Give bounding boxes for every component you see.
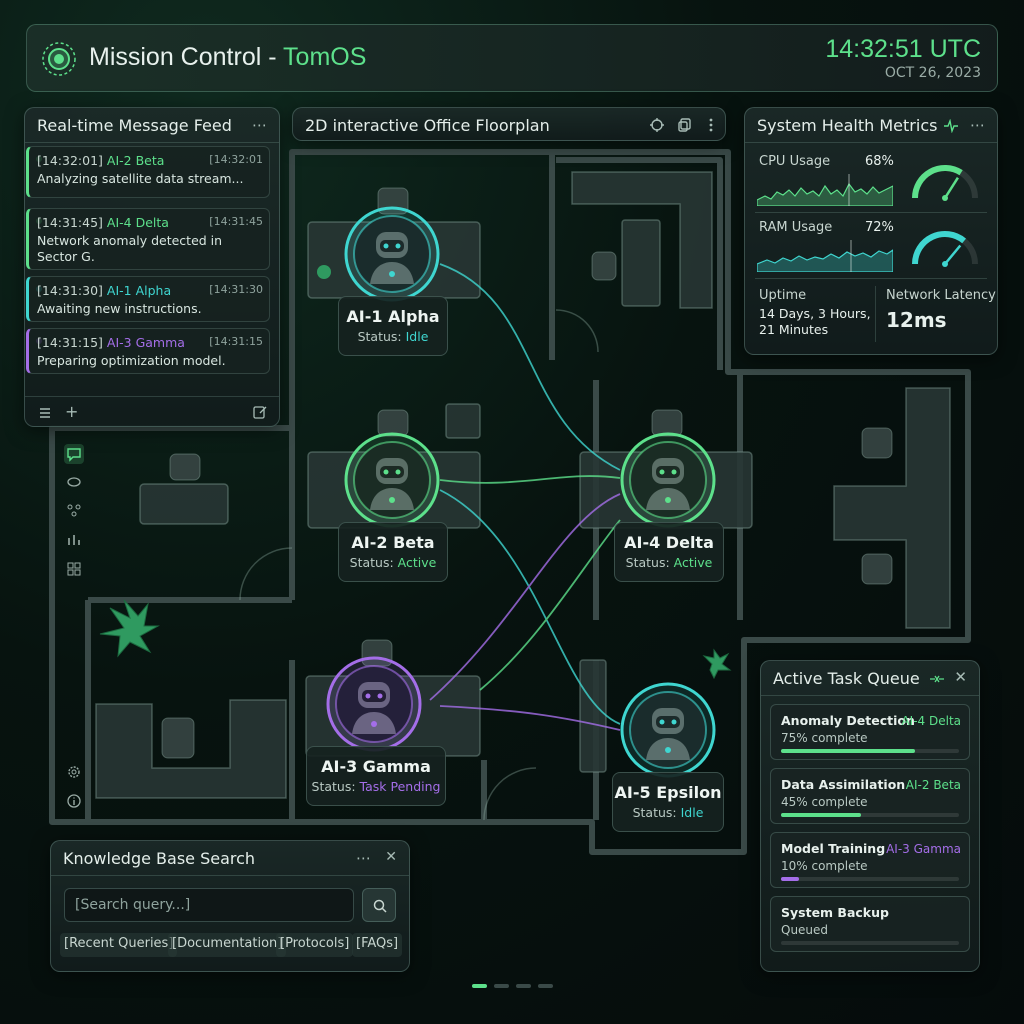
close-icon[interactable]: ✕	[385, 849, 397, 865]
uptime-label: Uptime	[759, 288, 807, 303]
robot-avatar-icon	[620, 432, 716, 528]
task-progress-bar	[781, 813, 959, 817]
target-icon[interactable]	[649, 117, 665, 133]
chip-faqs[interactable]: [FAQs]	[352, 933, 403, 957]
add-icon[interactable]: +	[65, 402, 78, 421]
feed-item[interactable]: [14:32:01] AI-2 Beta [14:32:01 Analyzing…	[26, 146, 270, 198]
task-progress-fill	[781, 749, 915, 753]
robot-avatar-icon	[344, 206, 440, 302]
agent-name: AI-3 Gamma	[321, 757, 431, 776]
more-horizontal-icon[interactable]: ⋯	[970, 116, 985, 134]
task-name: System Backup	[781, 905, 889, 920]
ram-sparkline	[757, 240, 893, 272]
floorplan-title: 2D interactive Office Floorplan	[305, 116, 550, 135]
agent-name: AI-4 Delta	[624, 533, 714, 552]
task-progress-text: 10% complete	[781, 859, 868, 873]
task-item[interactable]: Data Assimilation AI-2 Beta 45% complete	[770, 768, 970, 824]
task-item[interactable]: System Backup Queued	[770, 896, 970, 952]
task-agent: AI-2 Beta	[905, 778, 961, 792]
task-name: Data Assimilation	[781, 777, 906, 792]
robot-avatar-icon	[620, 682, 716, 778]
task-progress-bar	[781, 941, 959, 945]
uptime-value-line1: 14 Days, 3 Hours,	[759, 306, 871, 321]
page-dot[interactable]	[494, 984, 509, 988]
agent-card[interactable]: AI-4 Delta Status: Active	[614, 522, 724, 582]
agent-status: Status: Active	[625, 555, 713, 570]
close-icon[interactable]: ✕	[954, 668, 967, 686]
task-progress-text: Queued	[781, 923, 829, 937]
task-queue-title: Active Task Queue	[773, 669, 920, 688]
compose-icon[interactable]	[253, 405, 267, 419]
ram-label: RAM Usage	[759, 220, 833, 235]
search-icon	[373, 899, 387, 913]
agent-card[interactable]: AI-5 Epsilon Status: Idle	[612, 772, 724, 832]
more-horizontal-icon[interactable]: ⋯	[356, 849, 371, 867]
grid-icon[interactable]	[64, 559, 84, 579]
cpu-value: 68%	[865, 154, 894, 169]
more-horizontal-icon[interactable]: ⋯	[252, 116, 267, 134]
health-title: System Health Metrics	[757, 116, 938, 135]
feed-title: Real-time Message Feed	[37, 116, 232, 135]
agent-card[interactable]: AI-3 Gamma Status: Task Pending	[306, 746, 446, 806]
task-progress-fill	[781, 877, 799, 881]
feed-item[interactable]: [14:31:45] AI-4 Delta [14:31:45 Network …	[26, 208, 270, 270]
agent-status: Status: Task Pending	[311, 779, 441, 794]
task-name: Anomaly Detection	[781, 713, 915, 728]
robot-avatar-icon	[344, 432, 440, 528]
task-name: Model Training	[781, 841, 886, 856]
task-item[interactable]: Anomaly Detection AI-4 Delta 75% complet…	[770, 704, 970, 760]
task-progress-text: 45% complete	[781, 795, 868, 809]
cpu-sparkline	[757, 174, 893, 206]
bar-chart-icon[interactable]	[64, 530, 84, 550]
page-dot[interactable]	[538, 984, 553, 988]
agent-card[interactable]: AI-1 Alpha Status: Idle	[338, 296, 448, 356]
pulse-icon	[944, 119, 958, 133]
task-progress-fill	[781, 813, 862, 817]
settings-gear-icon[interactable]	[64, 762, 84, 782]
task-progress-bar	[781, 877, 959, 881]
agent-status: Status: Active	[349, 555, 437, 570]
more-vertical-icon[interactable]	[703, 117, 719, 133]
chip-documentation[interactable]: [Documentation]	[168, 933, 287, 957]
info-icon[interactable]	[64, 791, 84, 811]
agent-status: Status: Idle	[632, 805, 704, 820]
task-progress-bar	[781, 749, 959, 753]
ram-gauge	[912, 231, 978, 267]
copy-icon[interactable]	[677, 117, 693, 133]
robot-avatar-icon	[326, 656, 422, 752]
feed-item[interactable]: [14:31:30] AI-1 Alpha [14:31:30 Awaiting…	[26, 276, 270, 322]
agent-card[interactable]: AI-2 Beta Status: Active	[338, 522, 448, 582]
task-agent: AI-4 Delta	[901, 714, 961, 728]
uptime-value-line2: 21 Minutes	[759, 322, 829, 337]
globe-icon[interactable]	[64, 472, 84, 492]
chip-protocols[interactable]: [Protocols]	[276, 933, 354, 957]
floorplan-titlebar: 2D interactive Office Floorplan	[292, 107, 726, 141]
task-progress-text: 75% complete	[781, 731, 868, 745]
ram-value: 72%	[865, 220, 894, 235]
agent-name: AI-2 Beta	[351, 533, 435, 552]
search-button[interactable]	[362, 888, 396, 922]
page-dot-active[interactable]	[472, 984, 487, 988]
collapse-icon[interactable]	[929, 672, 945, 686]
latency-label: Network Latency	[886, 288, 996, 303]
chat-icon[interactable]	[64, 444, 84, 464]
list-icon[interactable]	[37, 406, 53, 420]
task-agent: AI-3 Gamma	[886, 842, 961, 856]
agent-status: Status: Idle	[357, 329, 429, 344]
cpu-gauge	[912, 165, 978, 201]
search-title: Knowledge Base Search	[63, 849, 256, 868]
network-icon[interactable]	[64, 500, 84, 520]
search-input[interactable]	[64, 888, 354, 922]
task-item[interactable]: Model Training AI-3 Gamma 10% complete	[770, 832, 970, 888]
chip-recent-queries[interactable]: [Recent Queries]	[60, 933, 178, 957]
latency-value: 12ms	[886, 308, 947, 332]
page-dot[interactable]	[516, 984, 531, 988]
agent-name: AI-5 Epsilon	[614, 783, 722, 802]
agent-name: AI-1 Alpha	[346, 307, 440, 326]
feed-item[interactable]: [14:31:15] AI-3 Gamma [14:31:15 Preparin…	[26, 328, 270, 374]
system-health-panel: System Health Metrics ⋯ CPU Usage 68% RA…	[744, 107, 998, 355]
page-indicator	[472, 984, 553, 988]
cpu-label: CPU Usage	[759, 154, 831, 169]
